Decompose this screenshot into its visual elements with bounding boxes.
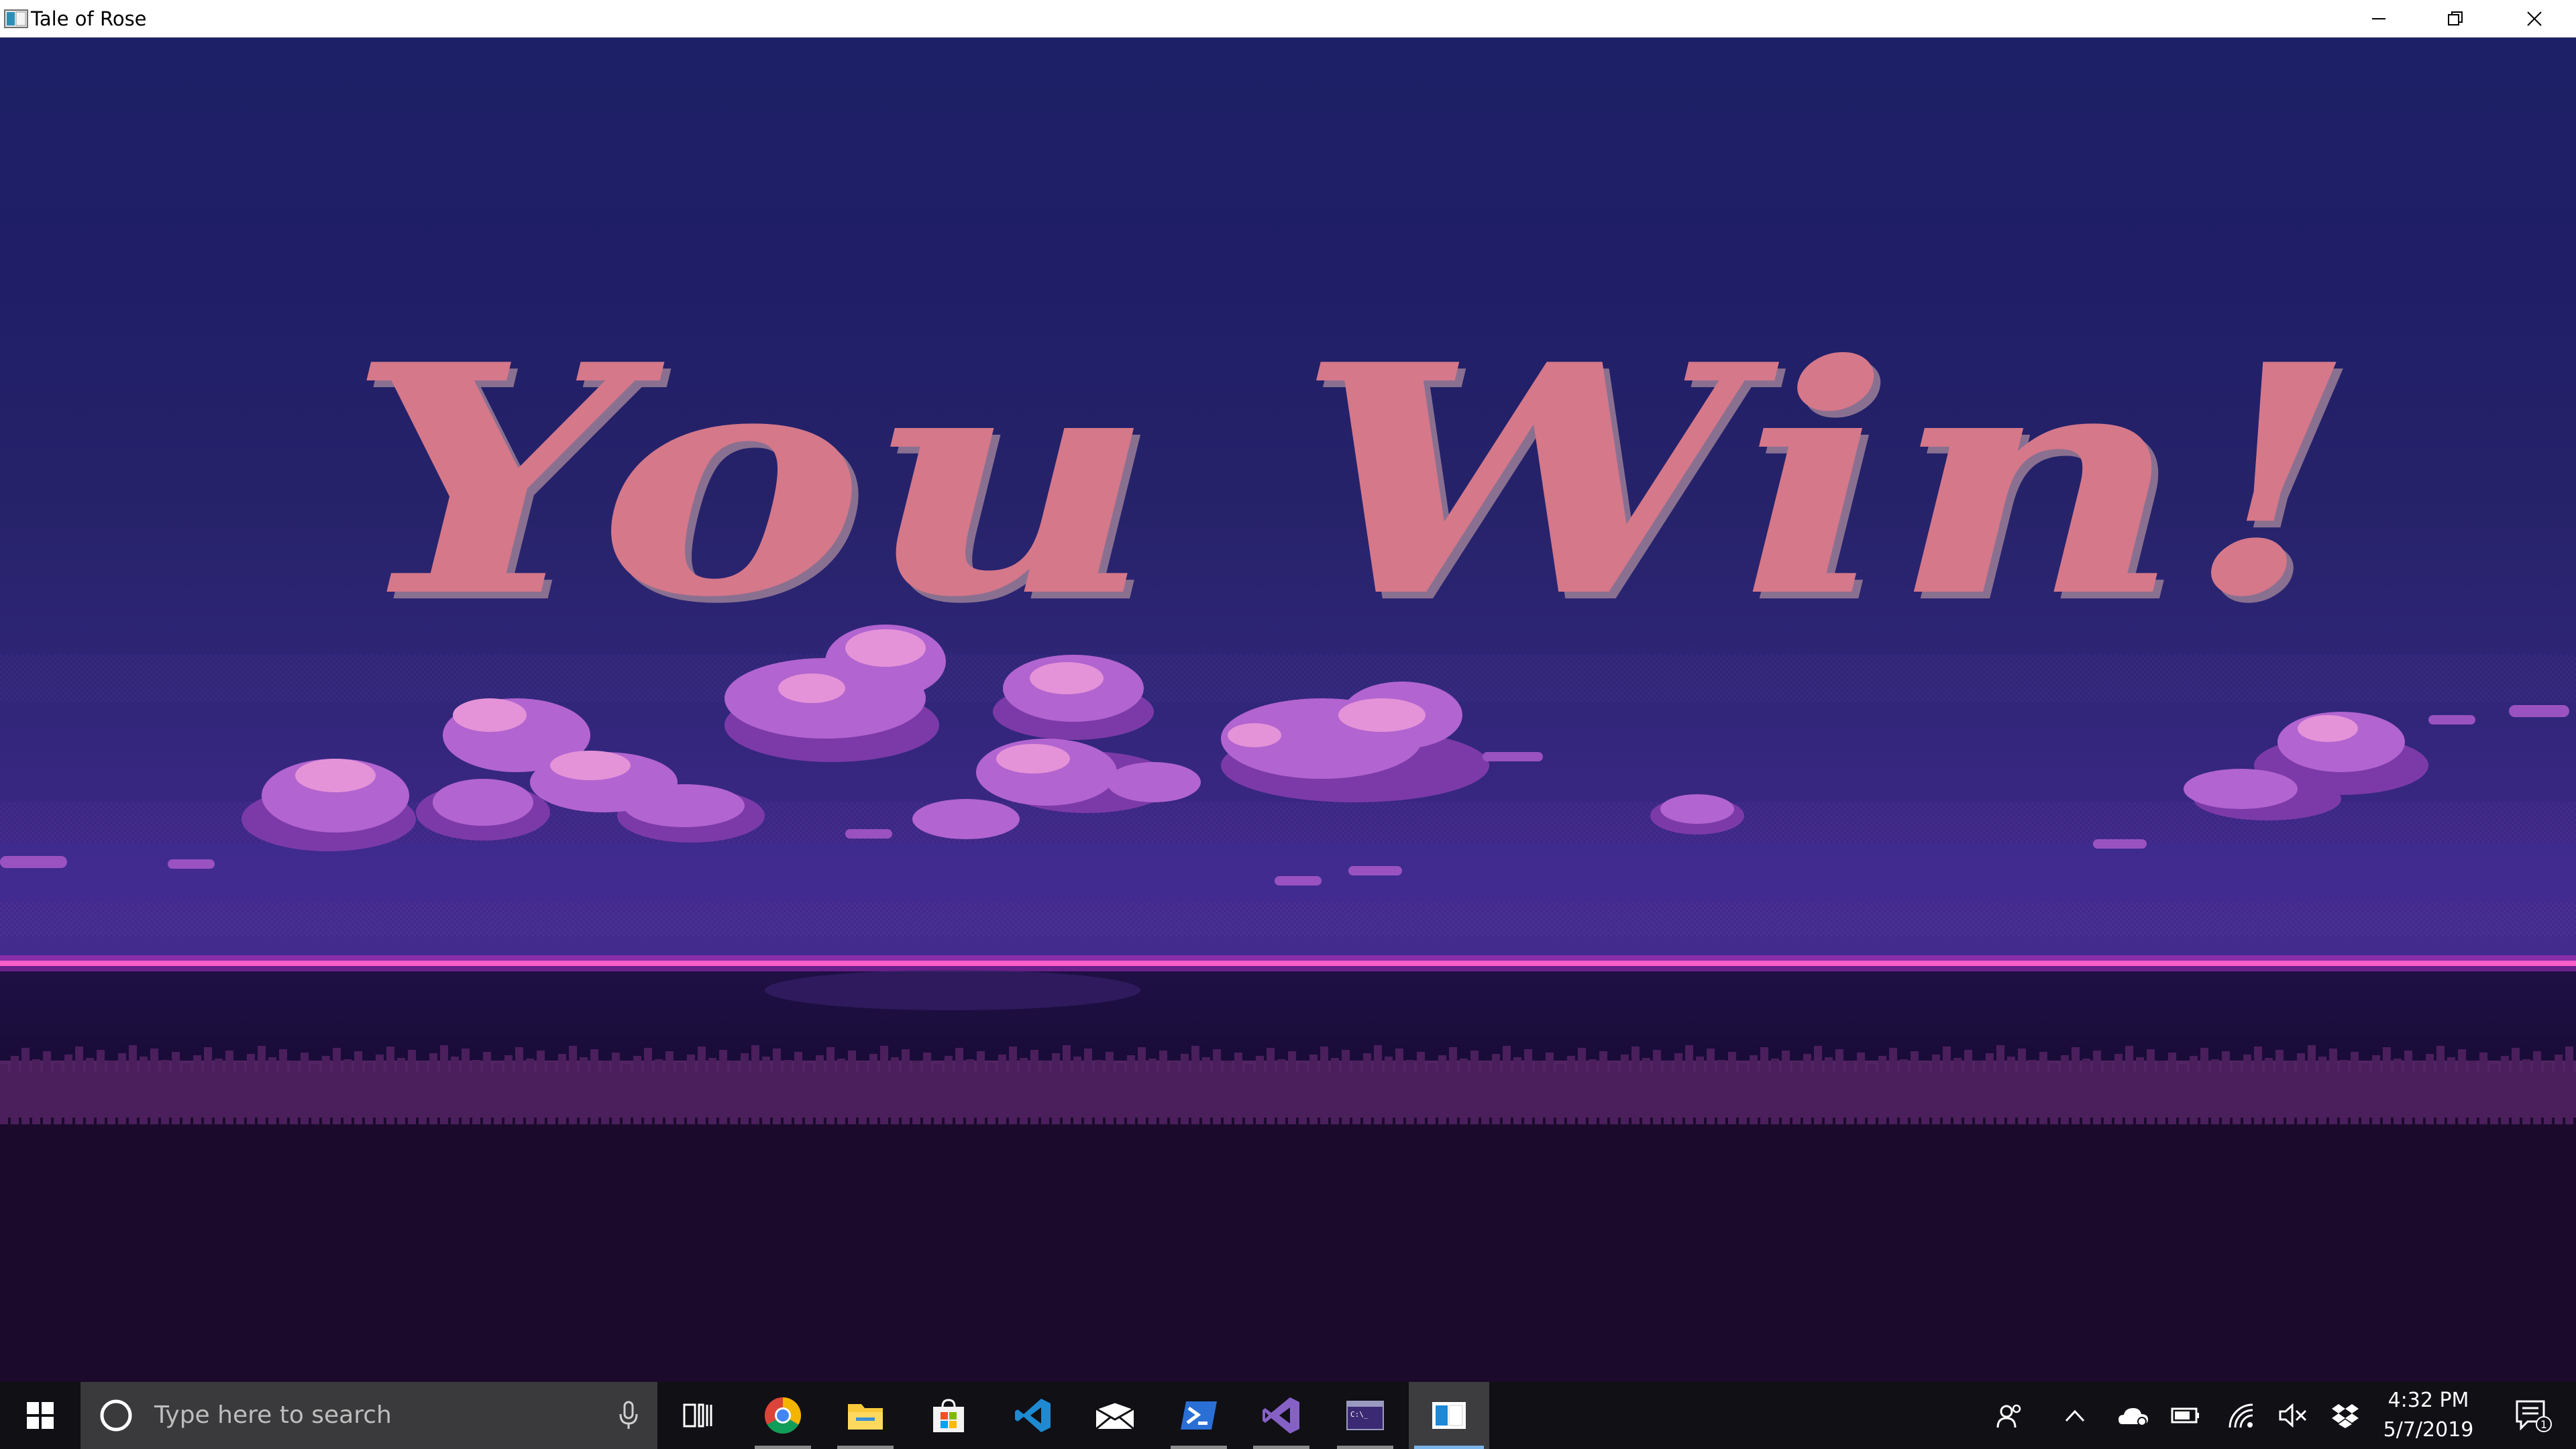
cortana-icon — [100, 1399, 132, 1432]
store-icon — [933, 1399, 964, 1432]
running-indicator — [1253, 1446, 1309, 1449]
onedrive-icon — [2118, 1408, 2148, 1426]
window-titlebar[interactable]: Tale of Rose — [0, 0, 2576, 38]
terminal-icon: C:\_ — [1346, 1401, 1384, 1430]
visual-studio-icon — [1263, 1397, 1299, 1434]
close-button[interactable] — [2497, 0, 2572, 38]
chevron-up-icon — [2065, 1409, 2085, 1422]
tale-of-rose-taskbar-button[interactable] — [1409, 1382, 1489, 1449]
mail-taskbar-button[interactable] — [1081, 1382, 1148, 1449]
task-view-button[interactable] — [664, 1382, 731, 1449]
ground — [0, 1084, 2576, 1382]
minimize-button[interactable] — [2341, 0, 2416, 38]
taskbar-search-box[interactable]: Type here to search — [80, 1382, 657, 1449]
people-button[interactable] — [1986, 1382, 2034, 1449]
visual-studio-taskbar-button[interactable] — [1248, 1382, 1315, 1449]
clock-date[interactable]: 5/7/2019 — [2361, 1418, 2496, 1442]
command-prompt-taskbar-button[interactable]: C:\_ — [1332, 1382, 1399, 1449]
svg-text:C:\_: C:\_ — [1350, 1410, 1368, 1419]
app-window-icon — [1432, 1402, 1466, 1429]
people-icon — [1996, 1404, 2021, 1428]
volume-tray-button[interactable] — [2269, 1382, 2317, 1449]
store-taskbar-button[interactable] — [915, 1382, 982, 1449]
chrome-taskbar-button[interactable] — [749, 1382, 816, 1449]
horizon-line — [0, 961, 2576, 966]
task-view-icon — [683, 1403, 712, 1428]
microphone-icon[interactable] — [619, 1401, 639, 1430]
notification-count: 1 — [2540, 1418, 2547, 1431]
start-button[interactable] — [0, 1382, 80, 1449]
clock-time[interactable]: 4:32 PM — [2361, 1389, 2496, 1412]
battery-icon — [2171, 1407, 2199, 1424]
restore-button[interactable] — [2418, 0, 2493, 38]
battery-tray-button[interactable] — [2161, 1382, 2210, 1449]
restore-icon — [2448, 11, 2463, 25]
mail-icon — [1095, 1401, 1135, 1430]
powershell-icon — [1181, 1401, 1217, 1430]
game-canvas[interactable]: You Win! You Win! — [0, 38, 2576, 1382]
running-indicator — [1337, 1446, 1393, 1449]
windows-logo-icon — [27, 1402, 54, 1429]
vscode-taskbar-button[interactable] — [1000, 1382, 1067, 1449]
victory-headline-graphic: You Win! You Win! — [346, 296, 2365, 641]
notification-icon: 1 — [2516, 1400, 2552, 1432]
app-icon — [4, 9, 28, 28]
running-indicator — [837, 1446, 894, 1449]
minimize-icon — [2372, 18, 2385, 19]
you-win-headline: You Win! — [346, 296, 2359, 641]
network-tray-button[interactable] — [2216, 1382, 2265, 1449]
folder-icon — [848, 1404, 883, 1430]
file-explorer-taskbar-button[interactable] — [832, 1382, 899, 1449]
wifi-icon — [2229, 1403, 2253, 1428]
volume-muted-icon — [2279, 1403, 2307, 1428]
close-icon — [2527, 11, 2542, 26]
chrome-icon — [764, 1397, 802, 1434]
action-center-button[interactable]: 1 — [2498, 1382, 2568, 1449]
running-indicator — [1171, 1446, 1227, 1449]
windows-taskbar: Type here to search C:\_ 4:32 PM 5/7/201… — [0, 1382, 2576, 1449]
window-title: Tale of Rose — [31, 7, 147, 30]
running-indicator — [755, 1446, 811, 1449]
vscode-icon — [1015, 1399, 1051, 1432]
active-indicator — [1414, 1446, 1484, 1449]
search-placeholder: Type here to search — [154, 1401, 392, 1429]
show-hidden-icons-button[interactable] — [2051, 1382, 2098, 1449]
dropbox-icon — [2332, 1404, 2359, 1428]
onedrive-tray-button[interactable] — [2106, 1382, 2160, 1449]
powershell-taskbar-button[interactable] — [1165, 1382, 1232, 1449]
